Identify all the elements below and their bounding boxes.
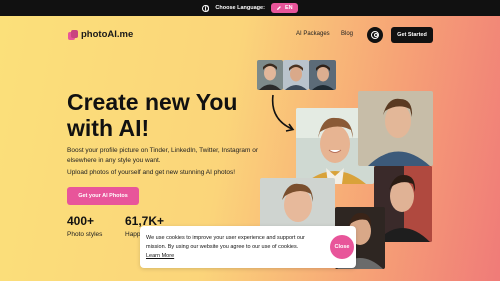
stat-styles-label: Photo styles bbox=[67, 231, 103, 238]
account-button[interactable] bbox=[367, 27, 383, 43]
language-label: Choose Language: bbox=[215, 5, 265, 11]
language-bar: Choose Language: EN bbox=[0, 0, 500, 16]
input-photo-1 bbox=[257, 60, 283, 90]
language-select[interactable]: EN bbox=[270, 3, 298, 13]
get-started-button[interactable]: Get Started bbox=[391, 27, 433, 43]
hero-subtitle: Boost your profile picture on Tinder, Li… bbox=[67, 147, 259, 164]
stat-styles-value: 400+ bbox=[67, 214, 95, 228]
hero-subtitle-2: Upload photos of yourself and get new st… bbox=[67, 169, 236, 176]
cookie-banner: We use cookies to improve your user expe… bbox=[140, 226, 356, 268]
hero-title-line2: with AI! bbox=[67, 115, 150, 141]
nav-ai-packages[interactable]: AI Packages bbox=[296, 31, 330, 37]
arrow-icon bbox=[271, 94, 295, 132]
brand-logo[interactable]: photoAI.me bbox=[68, 29, 133, 40]
stat-users-label: Happ bbox=[125, 231, 141, 238]
logo-icon bbox=[68, 29, 78, 40]
get-ai-photos-button[interactable]: Get your AI Photos bbox=[67, 187, 139, 205]
nav-blog[interactable]: Blog bbox=[341, 31, 353, 37]
hero-title: Create new You with AI! bbox=[67, 89, 287, 141]
input-photo-3 bbox=[309, 60, 336, 90]
ai-photo-2 bbox=[358, 91, 433, 166]
user-icon bbox=[371, 31, 379, 39]
hero-title-line1: Create new You bbox=[67, 89, 238, 115]
globe-icon bbox=[202, 4, 210, 12]
cookie-close-button[interactable]: Close bbox=[330, 235, 354, 259]
language-value: EN bbox=[284, 5, 293, 11]
brand-name: photoAI.me bbox=[81, 29, 134, 40]
input-photo-2 bbox=[283, 60, 309, 90]
cookie-learn-more-link[interactable]: Learn More bbox=[146, 253, 174, 259]
edit-icon bbox=[276, 6, 281, 10]
cookie-text: We use cookies to improve your user expe… bbox=[146, 235, 305, 250]
